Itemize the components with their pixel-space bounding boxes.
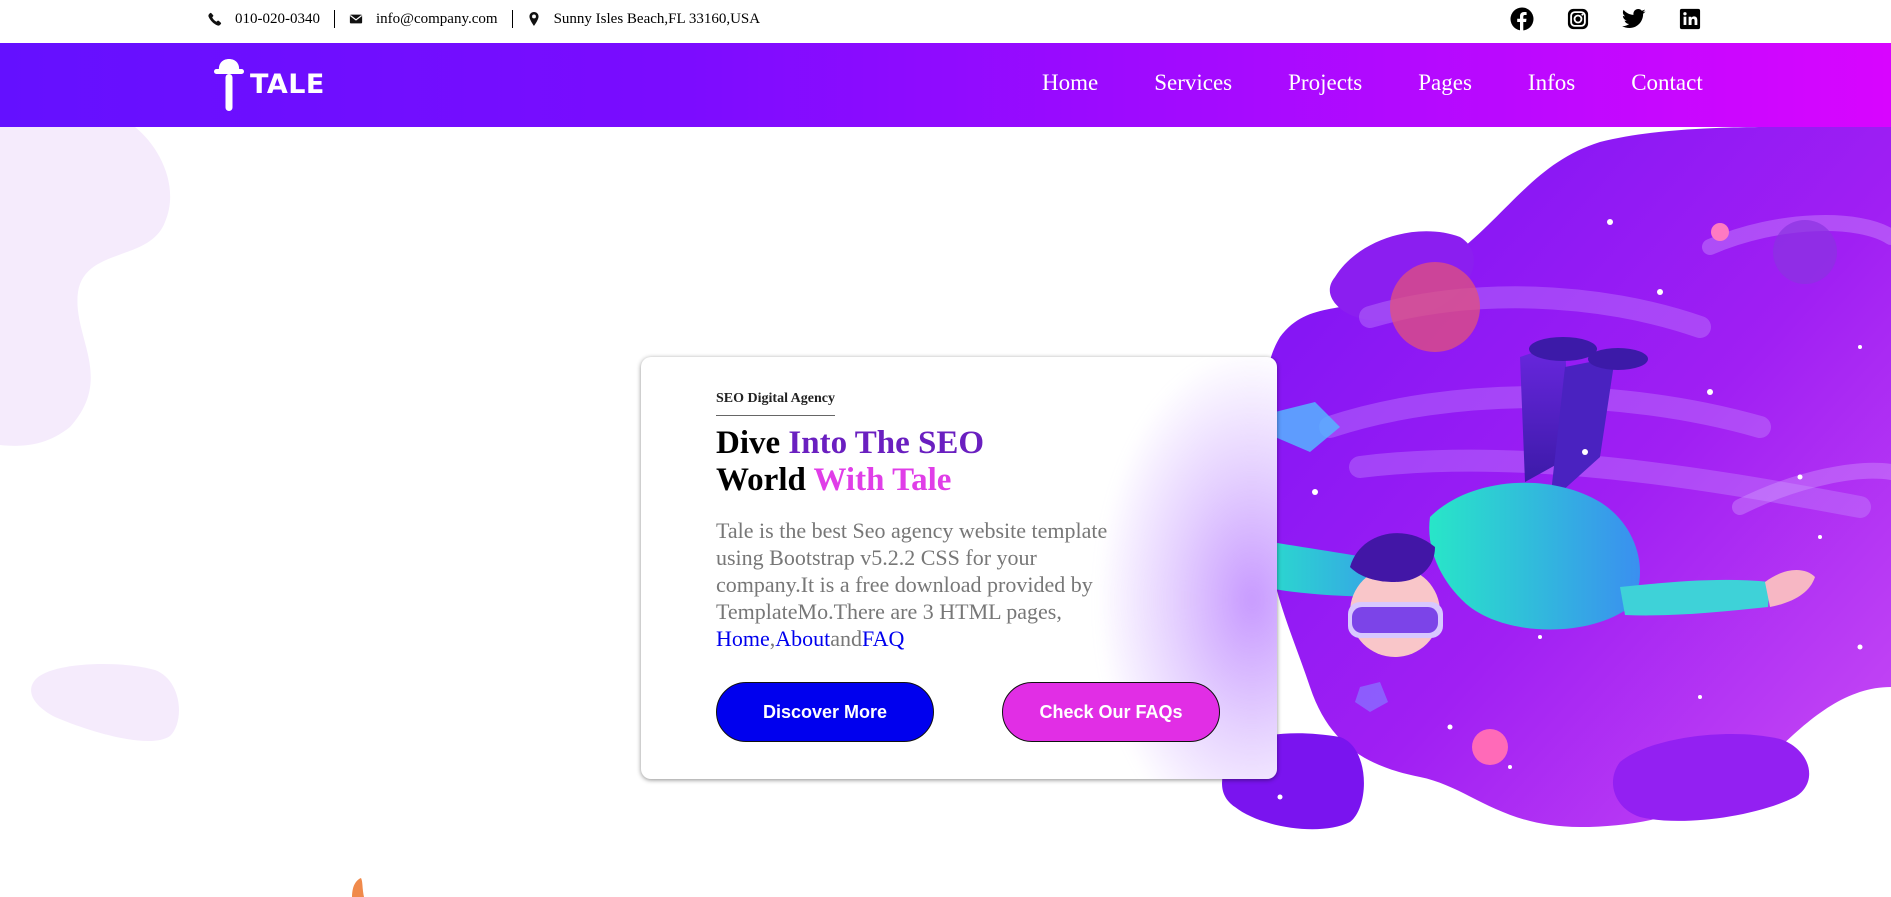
logo-mark-icon xyxy=(214,59,244,111)
headline-highlight-purple: Into The SEO xyxy=(788,425,985,461)
divider xyxy=(334,10,335,28)
email-address: info@company.com xyxy=(376,10,498,27)
nav-item-infos[interactable]: Infos xyxy=(1528,70,1575,96)
divider xyxy=(511,10,513,28)
decorative-blob-left xyxy=(0,127,171,446)
headline-word: World xyxy=(716,462,814,498)
address-text: Sunny Isles Beach,FL 33160,USA xyxy=(553,10,761,27)
linkedin-icon[interactable] xyxy=(1677,6,1703,32)
envelope-icon xyxy=(349,12,363,26)
main-navbar: TALE Home Services Projects Pages Infos … xyxy=(0,43,1891,127)
address-item: Sunny Isles Beach,FL 33160,USA xyxy=(527,10,761,28)
discover-more-button[interactable]: Discover More xyxy=(716,682,934,742)
phone-number: 010-020-0340 xyxy=(235,10,320,27)
nav-item-projects[interactable]: Projects xyxy=(1288,70,1362,96)
hero-description: Tale is the best Seo agency website temp… xyxy=(716,517,1116,652)
nav-item-contact[interactable]: Contact xyxy=(1631,70,1703,96)
hero-card: SEO Digital Agency Dive Into The SEO Wor… xyxy=(641,357,1277,779)
link-home[interactable]: Home xyxy=(716,626,770,651)
decorative-blob-bottom-left xyxy=(31,664,179,742)
nav-item-pages[interactable]: Pages xyxy=(1418,70,1472,96)
nav-item-services[interactable]: Services xyxy=(1154,70,1232,96)
facebook-icon[interactable] xyxy=(1509,6,1535,32)
hero-headline: Dive Into The SEO World With Tale xyxy=(716,425,984,499)
logo-text: TALE xyxy=(250,68,325,100)
contact-info: 010-020-0340 info@company.com Sunny Isle… xyxy=(208,10,760,28)
headline-highlight-pink: With Tale xyxy=(813,462,952,498)
phone-item: 010-020-0340 xyxy=(208,11,320,28)
hero-illustration xyxy=(1222,127,1891,830)
hero-eyebrow: SEO Digital Agency xyxy=(716,391,836,416)
headline-word: Dive xyxy=(716,425,789,461)
link-about[interactable]: About xyxy=(775,626,830,651)
email-item: info@company.com xyxy=(349,11,498,28)
instagram-icon[interactable] xyxy=(1565,6,1591,32)
link-faq[interactable]: FAQ xyxy=(862,626,904,651)
twitter-icon[interactable] xyxy=(1621,6,1647,32)
map-pin-icon xyxy=(527,12,541,26)
top-info-bar: 010-020-0340 info@company.com Sunny Isle… xyxy=(0,0,1891,43)
social-links xyxy=(1509,6,1733,32)
description-text: Tale is the best Seo agency website temp… xyxy=(716,518,1108,624)
logo[interactable]: TALE xyxy=(212,55,325,113)
nav-item-home[interactable]: Home xyxy=(1042,70,1098,96)
nav-menu: Home Services Projects Pages Infos Conta… xyxy=(1042,70,1703,96)
check-faqs-button[interactable]: Check Our FAQs xyxy=(1002,682,1220,742)
decorative-figure-peek xyxy=(352,878,364,897)
phone-icon xyxy=(208,12,222,26)
link-separator: and xyxy=(830,626,863,651)
